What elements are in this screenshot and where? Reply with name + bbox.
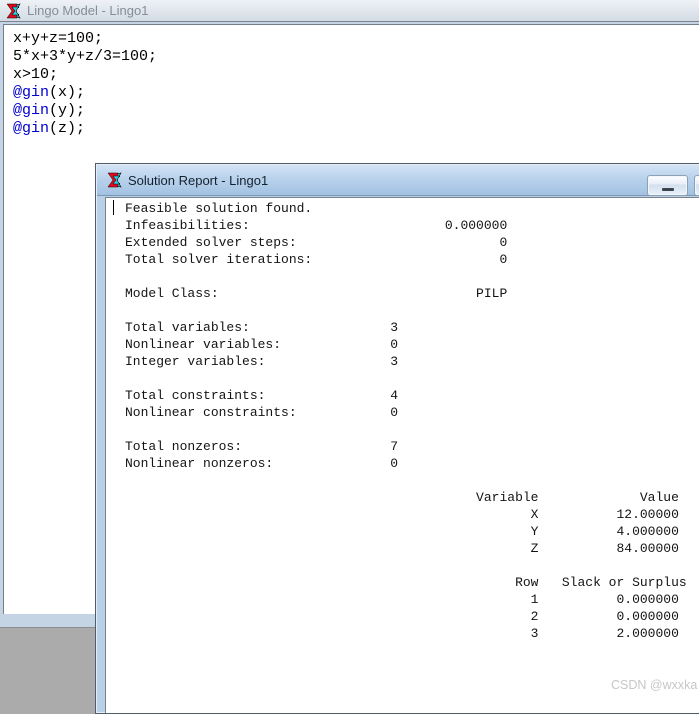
watermark: CSDN @wxxka — [611, 678, 698, 692]
lingo-keyword: @gin — [13, 120, 50, 137]
report-window: Solution Report - Lingo1 Feasible soluti… — [95, 163, 699, 714]
code-line: 5*x+3*y+z/3=100; — [13, 48, 158, 65]
lingo-logo-icon — [106, 172, 122, 188]
lingo-keyword: @gin — [13, 102, 50, 119]
minimize-icon — [662, 188, 674, 191]
text-caret — [113, 200, 114, 215]
lingo-keyword: @gin — [13, 84, 50, 101]
model-window-titlebar[interactable]: Lingo Model - Lingo1 — [0, 0, 699, 22]
lingo-logo-icon — [5, 3, 21, 19]
model-window-title: Lingo Model - Lingo1 — [27, 3, 149, 18]
code-line: @gin(x); — [13, 84, 86, 101]
code-line: x>10; — [13, 66, 59, 83]
minimize-button[interactable] — [647, 175, 688, 196]
report-content[interactable]: Feasible solution found. Infeasibilities… — [105, 197, 699, 713]
code-line: @gin(y); — [13, 102, 86, 119]
solution-report-text: Feasible solution found. Infeasibilities… — [125, 201, 687, 641]
maximize-button[interactable] — [694, 175, 699, 196]
report-window-titlebar[interactable]: Solution Report - Lingo1 — [97, 165, 699, 196]
report-window-title: Solution Report - Lingo1 — [128, 172, 269, 188]
code-line: @gin(z); — [13, 120, 86, 137]
code-line: x+y+z=100; — [13, 30, 104, 47]
